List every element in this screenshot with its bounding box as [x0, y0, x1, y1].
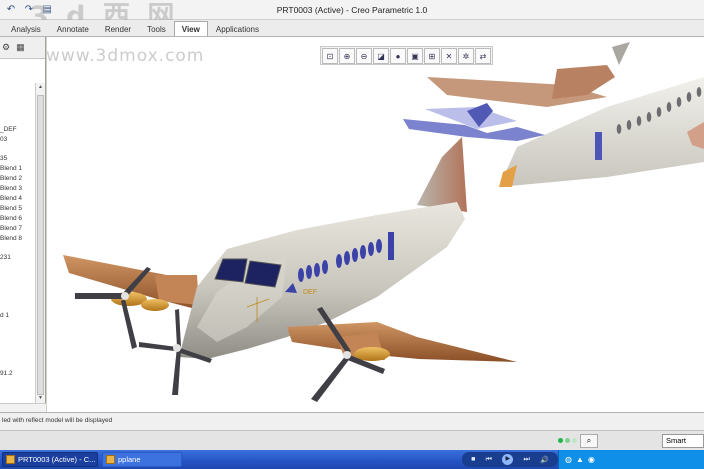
status-bar: ⌕ Smart [0, 430, 704, 450]
model-tree-toolbar: ⚙ ▦ [0, 37, 45, 59]
tree-item-blend-7[interactable]: Blend 7 [0, 225, 22, 232]
vertical-tail [417, 137, 467, 212]
left-engine-inner [141, 299, 169, 311]
spin-center-icon[interactable]: ✲ [458, 48, 474, 64]
scroll-thumb[interactable] [37, 95, 44, 395]
csys-label: DEF [303, 289, 317, 296]
tab-view[interactable]: View [173, 21, 208, 36]
speaker-icon[interactable]: ◉ [588, 455, 595, 464]
graphics-canvas[interactable]: ⊡ ⊕ ⊖ ◪ ● ▣ ⊞ ✕ ✲ ⇄ DEF [47, 37, 704, 412]
selection-filter[interactable]: Smart [662, 434, 704, 448]
tree-item-blend-3[interactable]: Blend 3 [0, 185, 22, 192]
find-icon[interactable]: ⌕ [580, 434, 598, 448]
play-icon[interactable]: ▶ [502, 454, 514, 465]
aircraft-model-view[interactable]: DEF [47, 37, 704, 412]
tree-item-231[interactable]: 231 [0, 254, 11, 261]
taskbar-item-creo[interactable]: PRT0003 (Active) - C... [2, 452, 98, 467]
tree-item-blend-5[interactable]: Blend 5 [0, 205, 22, 212]
tab-annotate[interactable]: Annotate [49, 21, 97, 36]
previous-icon[interactable]: ⏮ [486, 456, 492, 464]
volume-icon[interactable]: 🔊 [540, 456, 549, 464]
arrow-up-icon[interactable]: ▲ [576, 455, 584, 464]
right-wing [287, 322, 517, 362]
datum-display-icon[interactable]: ✕ [441, 48, 457, 64]
status-led-icon [572, 438, 577, 443]
taskbar-item-folder[interactable]: pplane [102, 452, 182, 467]
next-icon[interactable]: ⏭ [524, 456, 530, 464]
scroll-down-icon[interactable]: ▼ [37, 395, 44, 403]
os-taskbar: PRT0003 (Active) - C... pplane ■ ⏮ ▶ ⏭ 🔊… [0, 450, 704, 469]
refit-icon[interactable]: ⊡ [322, 48, 338, 64]
model-tree-hscrollbar[interactable] [0, 403, 46, 412]
status-led-icon [558, 438, 563, 443]
app-icon [6, 455, 15, 464]
tab-analysis[interactable]: Analysis [3, 21, 49, 36]
horizontal-stabilizer [403, 103, 545, 141]
saved-views-icon[interactable]: ▣ [407, 48, 423, 64]
tree-item-def[interactable]: _DEF [0, 126, 17, 133]
tab-applications[interactable]: Applications [208, 21, 267, 36]
tree-item-912[interactable]: 91.2 [0, 370, 13, 377]
tree-item-blend-2[interactable]: Blend 2 [0, 175, 22, 182]
columns-icon[interactable]: ▦ [16, 42, 25, 53]
annotation-display-icon[interactable]: ⇄ [475, 48, 491, 64]
tree-filter-icon[interactable]: ⚙ [2, 42, 10, 53]
system-tray: ◍ ▲ ◉ [558, 450, 704, 469]
repaint-icon[interactable]: ◪ [373, 48, 389, 64]
tree-item-35[interactable]: 35 [0, 155, 7, 162]
tree-item-blend-8[interactable]: Blend 8 [0, 235, 22, 242]
regen-status-indicator [558, 438, 577, 443]
model-tree-scrollbar[interactable]: ▲ ▼ [35, 83, 45, 412]
zoom-in-icon[interactable]: ⊕ [339, 48, 355, 64]
tree-item-d1[interactable]: d 1 [0, 312, 9, 319]
tree-item-blend-6[interactable]: Blend 6 [0, 215, 22, 222]
tab-tools[interactable]: Tools [139, 21, 174, 36]
stop-icon[interactable]: ■ [471, 456, 475, 463]
tree-item-blend-1[interactable]: Blend 1 [0, 165, 22, 172]
message-area: led with reflect model will be displayed [0, 412, 704, 430]
status-led-icon [565, 438, 570, 443]
status-message: led with reflect model will be displayed [2, 417, 113, 424]
scroll-up-icon[interactable]: ▲ [37, 84, 44, 92]
folder-icon [106, 455, 115, 464]
media-player-controls: ■ ⏮ ▶ ⏭ 🔊 [462, 452, 558, 467]
zoom-out-icon[interactable]: ⊖ [356, 48, 372, 64]
view-manager-icon[interactable]: ⊞ [424, 48, 440, 64]
model-tree-panel: ⚙ ▦ _DEF 03 35 Blend 1 Blend 2 Blend 3 B… [0, 37, 46, 412]
network-icon[interactable]: ◍ [565, 455, 572, 464]
title-bar: ↶ ↷ ▤ PRT0003 (Active) - Creo Parametric… [0, 0, 704, 32]
view-toolbar: ⊡ ⊕ ⊖ ◪ ● ▣ ⊞ ✕ ✲ ⇄ [320, 46, 493, 65]
ribbon-tab-bar: Analysis Annotate Render Tools View Appl… [0, 20, 704, 37]
tab-render[interactable]: Render [97, 21, 139, 36]
tree-item-blend-4[interactable]: Blend 4 [0, 195, 22, 202]
tree-item-03[interactable]: 03 [0, 136, 7, 143]
display-style-icon[interactable]: ● [390, 48, 406, 64]
